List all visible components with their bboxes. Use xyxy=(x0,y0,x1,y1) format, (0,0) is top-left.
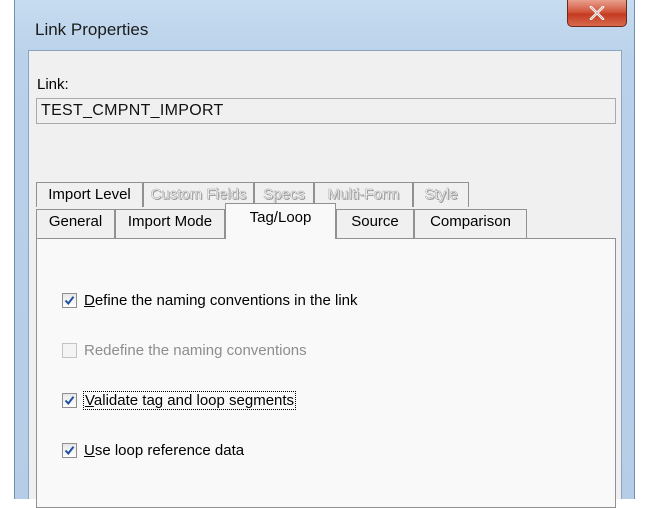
tab-import-mode[interactable]: Import Mode xyxy=(115,209,225,239)
use-loop-reference-checkbox[interactable] xyxy=(62,442,77,458)
tag-loop-panel: Define the naming conventions in the lin… xyxy=(36,238,616,508)
link-label: Link: xyxy=(37,76,69,93)
redefine-naming-checkbox xyxy=(62,342,77,358)
define-naming-label: Define the naming conventions in the lin… xyxy=(84,291,358,309)
window-title: Link Properties xyxy=(35,20,149,39)
validate-segments-label: Validate tag and loop segments xyxy=(82,390,297,410)
dialog-client-area: Link: TEST_CMPNT_IMPORT Import Level Cus… xyxy=(28,50,622,508)
checkmark-icon xyxy=(64,395,75,405)
tab-general[interactable]: General xyxy=(36,209,115,239)
use-loop-reference-label: Use loop reference data xyxy=(84,441,245,459)
option-define-naming[interactable]: Define the naming conventions in the lin… xyxy=(62,289,358,311)
checkmark-icon xyxy=(64,445,75,455)
option-validate-segments[interactable]: Validate tag and loop segments xyxy=(62,389,297,411)
define-naming-checkbox[interactable] xyxy=(62,292,77,308)
title-bar[interactable]: Link Properties xyxy=(15,0,634,50)
tab-tag-loop[interactable]: Tag/Loop xyxy=(225,203,336,239)
close-icon xyxy=(589,6,605,20)
link-name-field[interactable]: TEST_CMPNT_IMPORT xyxy=(36,98,616,124)
tab-import-level[interactable]: Import Level xyxy=(36,182,143,207)
option-redefine-naming: Redefine the naming conventions xyxy=(62,339,307,361)
dialog-window: Link Properties Link: TEST_CMPNT_IMPORT … xyxy=(14,0,635,508)
tab-comparison[interactable]: Comparison xyxy=(414,209,527,239)
tab-style: Style xyxy=(413,182,469,207)
validate-segments-checkbox[interactable] xyxy=(62,392,77,408)
redefine-naming-label: Redefine the naming conventions xyxy=(84,341,307,359)
close-button[interactable] xyxy=(567,0,627,27)
option-use-loop-reference[interactable]: Use loop reference data xyxy=(62,439,244,461)
tab-source[interactable]: Source xyxy=(336,209,414,239)
checkmark-icon xyxy=(64,295,75,305)
